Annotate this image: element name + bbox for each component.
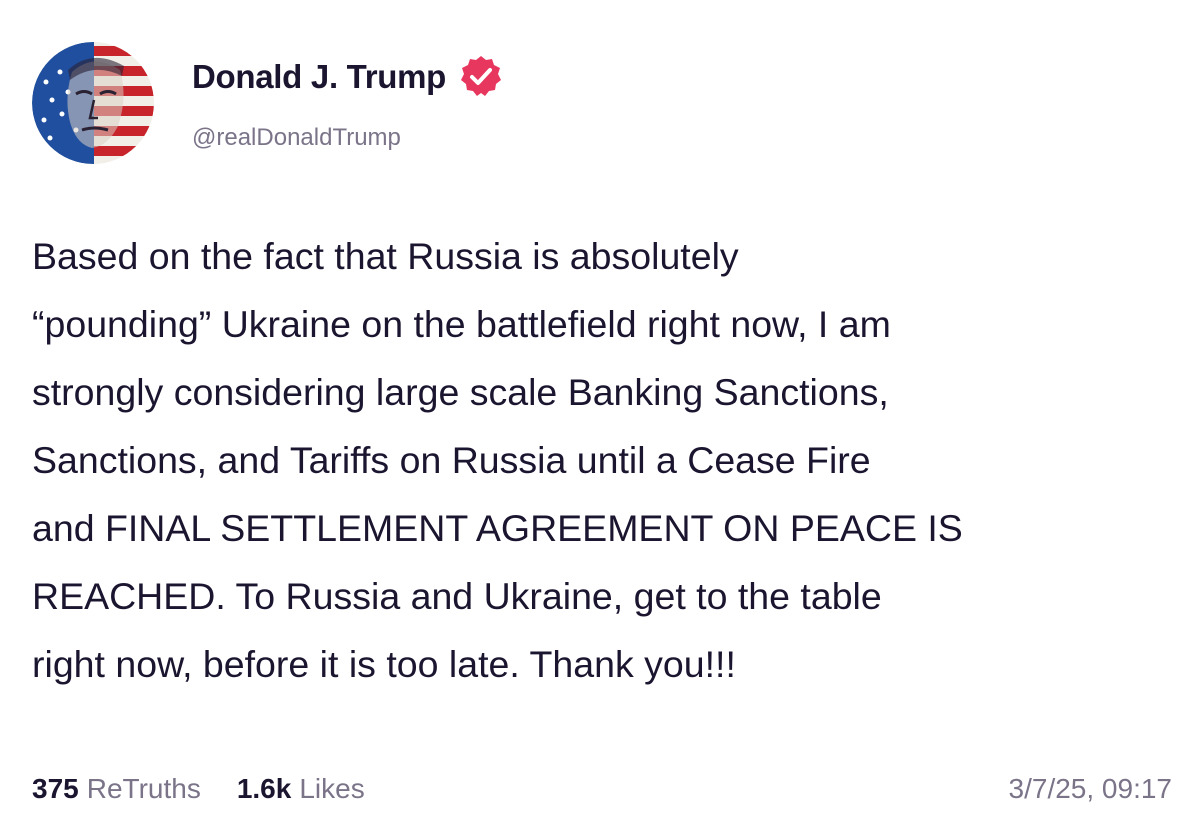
post-footer: 375 ReTruths 1.6k Likes 3/7/25, 09:17 — [32, 770, 1172, 808]
post-body-text: Based on the fact that Russia is absolut… — [32, 235, 963, 685]
post-timestamp[interactable]: 3/7/25, 09:17 — [1009, 773, 1172, 805]
verified-badge-icon — [458, 54, 504, 100]
retruths-stat[interactable]: 375 ReTruths — [32, 773, 201, 805]
post-header: Donald J. Trump @realDonaldTrump — [32, 40, 504, 165]
likes-label: Likes — [299, 773, 365, 804]
author-handle[interactable]: @realDonaldTrump — [192, 124, 504, 152]
author-name-row[interactable]: Donald J. Trump — [192, 54, 504, 100]
retruths-count: 375 — [32, 773, 79, 804]
post-card: Donald J. Trump @realDonaldTrump Based o… — [0, 0, 1200, 827]
likes-stat[interactable]: 1.6k Likes — [237, 773, 365, 805]
author-identity: Donald J. Trump @realDonaldTrump — [192, 54, 504, 152]
author-display-name[interactable]: Donald J. Trump — [192, 58, 446, 96]
likes-count: 1.6k — [236, 773, 292, 804]
avatar-image — [32, 41, 154, 164]
avatar[interactable] — [32, 41, 154, 164]
retruths-label: ReTruths — [86, 773, 201, 804]
